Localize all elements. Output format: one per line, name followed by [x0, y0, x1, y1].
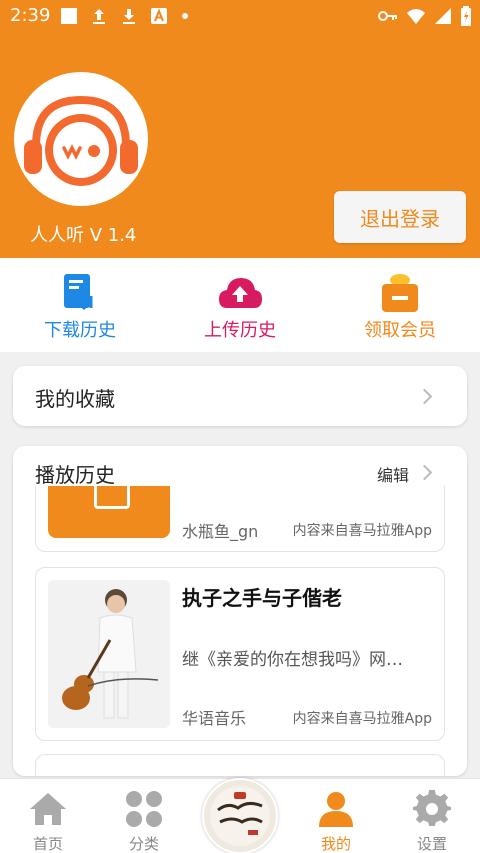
person-icon — [319, 792, 353, 827]
headphone-logo-icon — [24, 95, 138, 186]
play-history-card: 播放历史 编辑 水瓶鱼_gn 内容来自喜马拉雅App 执子之手与子偕老 继《亲爱… — [13, 446, 467, 776]
history-item[interactable] — [35, 754, 445, 776]
nav-home[interactable]: 首页 — [0, 779, 96, 853]
chevron-right-icon — [416, 388, 433, 405]
item-source: 内容来自喜马拉雅App — [292, 523, 432, 539]
item-title: 执子之手与子偕老 — [182, 586, 342, 610]
status-bar: 2:39 — [0, 0, 480, 34]
upload-history-label: 上传历史 — [204, 320, 276, 341]
logout-button[interactable]: 退出登录 — [334, 191, 466, 243]
play-history-title: 播放历史 — [35, 463, 115, 487]
status-right-icons — [378, 6, 472, 26]
wifi-icon — [407, 9, 425, 24]
app-version: 人人听 V 1.4 — [30, 225, 137, 246]
singer-photo-icon — [48, 580, 170, 728]
item-source: 内容来自喜马拉雅App — [292, 711, 432, 727]
history-item[interactable]: 水瓶鱼_gn 内容来自喜马拉雅App — [35, 486, 445, 552]
status-time: 2:39 — [10, 5, 51, 26]
item-author: 华语音乐 — [182, 709, 247, 728]
claim-vip-button[interactable]: 领取会员 — [330, 272, 470, 346]
nav-settings[interactable]: 设置 — [384, 779, 480, 853]
item-description: 继《亲爱的你在想我吗》网… — [182, 650, 403, 670]
album-cover-image — [204, 780, 276, 852]
now-playing-disc[interactable] — [202, 778, 278, 853]
dot-icon — [182, 13, 188, 19]
category-grid-icon — [126, 791, 162, 827]
nav-category[interactable]: 分类 — [96, 779, 192, 853]
nav-home-label: 首页 — [32, 835, 63, 853]
gift-box-icon — [382, 274, 418, 312]
my-favorites-title: 我的收藏 — [35, 387, 115, 411]
cover-image — [48, 486, 170, 538]
item-author: 水瓶鱼_gn — [182, 522, 259, 541]
nav-mine[interactable]: 我的 — [288, 779, 384, 853]
claim-vip-label: 领取会员 — [364, 320, 436, 341]
upload-arrow-icon — [93, 9, 105, 24]
download-arrow-icon — [123, 9, 135, 24]
signal-icon — [435, 8, 451, 24]
a-badge-icon — [151, 8, 167, 24]
cover-image — [48, 580, 170, 728]
upload-cloud-icon — [219, 278, 262, 308]
history-item[interactable]: 执子之手与子偕老 继《亲爱的你在想我吗》网… 华语音乐 内容来自喜马拉雅App — [35, 567, 445, 741]
home-icon — [30, 793, 66, 825]
nav-mine-label: 我的 — [320, 835, 351, 853]
upload-history-button[interactable]: 上传历史 — [170, 272, 310, 346]
my-favorites-row[interactable]: 我的收藏 — [13, 366, 467, 426]
key-icon — [378, 11, 397, 21]
quick-actions: 下载历史 上传历史 领取会员 — [0, 258, 480, 352]
battery-icon — [461, 6, 471, 26]
avatar[interactable] — [14, 72, 148, 206]
nav-settings-label: 设置 — [416, 835, 447, 853]
download-history-button[interactable]: 下载历史 — [10, 272, 150, 346]
nav-category-label: 分类 — [128, 835, 159, 853]
download-history-icon — [64, 274, 93, 311]
download-history-label: 下载历史 — [44, 320, 116, 341]
gear-icon — [413, 789, 451, 826]
edit-button[interactable]: 编辑 — [377, 462, 409, 486]
square-icon — [61, 8, 77, 24]
chevron-right-icon — [416, 464, 433, 481]
profile-header: 2:39 人人听 V 1.4 退出登录 — [0, 0, 480, 258]
